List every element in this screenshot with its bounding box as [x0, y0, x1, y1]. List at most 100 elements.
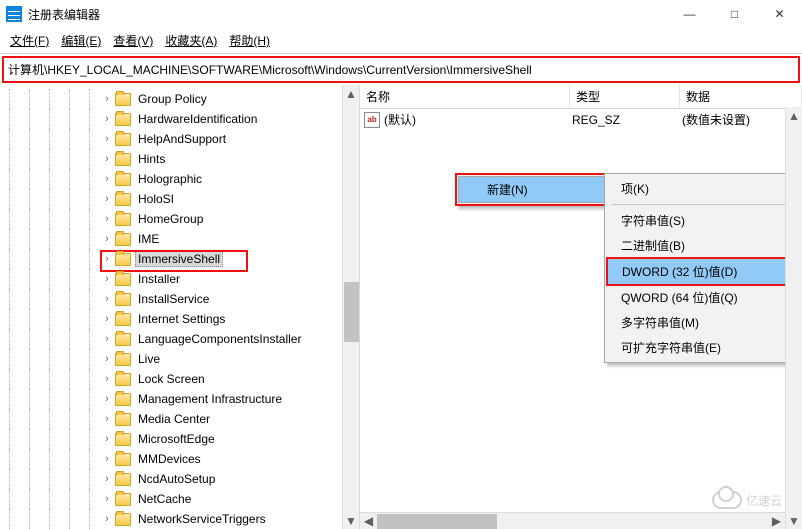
- expand-icon[interactable]: ›: [100, 353, 114, 365]
- expand-icon[interactable]: ›: [100, 93, 114, 105]
- tree-item-installservice[interactable]: › InstallService: [0, 289, 359, 309]
- expand-icon[interactable]: ›: [100, 433, 114, 445]
- tree-label: HelpAndSupport: [135, 131, 229, 147]
- scroll-down-icon[interactable]: ▼: [786, 512, 802, 529]
- expand-icon[interactable]: ›: [100, 153, 114, 165]
- ctx-qword[interactable]: QWORD (64 位)值(Q): [607, 285, 791, 310]
- folder-icon: [115, 253, 131, 266]
- tree-item-ncdautosetup[interactable]: ›NcdAutoSetup: [0, 469, 359, 489]
- maximize-button[interactable]: □: [712, 0, 757, 28]
- tree-label: MicrosoftEdge: [135, 431, 218, 447]
- tree-item-live[interactable]: ›Live: [0, 349, 359, 369]
- tree-label: InstallService: [135, 291, 212, 307]
- tree-label: Holographic: [135, 171, 205, 187]
- tree-item-netcache[interactable]: › NetCache: [0, 489, 359, 509]
- column-name[interactable]: 名称: [360, 85, 570, 108]
- tree-item-internet-settings[interactable]: ›Internet Settings: [0, 309, 359, 329]
- menu-help[interactable]: 帮助(H): [225, 30, 274, 51]
- expand-icon[interactable]: ›: [100, 113, 114, 125]
- folder-icon: [115, 293, 131, 306]
- column-data[interactable]: 数据: [680, 85, 802, 108]
- registry-tree[interactable]: ›Group Policy›HardwareIdentification›Hel…: [0, 85, 360, 529]
- list-scrollbar-v[interactable]: ▲ ▼: [785, 107, 802, 529]
- scroll-thumb[interactable]: [344, 282, 359, 342]
- expand-icon[interactable]: ›: [100, 453, 114, 465]
- app-icon: [6, 6, 22, 22]
- expand-icon[interactable]: ›: [100, 393, 114, 405]
- string-value-icon: ab: [364, 112, 380, 128]
- tree-item-holosi[interactable]: › HoloSI: [0, 189, 359, 209]
- ctx-key[interactable]: 项(K): [607, 176, 791, 201]
- tree-label: NetCache: [135, 491, 194, 507]
- expand-icon[interactable]: ›: [100, 293, 114, 305]
- expand-icon[interactable]: ›: [100, 333, 114, 345]
- folder-icon: [115, 433, 131, 446]
- ctx-dword[interactable]: DWORD (32 位)值(D): [606, 257, 792, 286]
- expand-icon[interactable]: ›: [100, 193, 114, 205]
- folder-icon: [115, 373, 131, 386]
- expand-icon[interactable]: ›: [100, 313, 114, 325]
- ctx-binary[interactable]: 二进制值(B): [607, 233, 791, 258]
- minimize-button[interactable]: —: [667, 0, 712, 28]
- ctx-expand[interactable]: 可扩充字符串值(E): [607, 335, 791, 360]
- title-bar: 注册表编辑器 — □ ✕: [0, 0, 802, 28]
- folder-icon: [115, 273, 131, 286]
- tree-item-languagecomponentsinstaller[interactable]: ›LanguageComponentsInstaller: [0, 329, 359, 349]
- ctx-multi[interactable]: 多字符串值(M): [607, 310, 791, 335]
- tree-item-management-infrastructure[interactable]: ›Management Infrastructure: [0, 389, 359, 409]
- expand-icon[interactable]: ›: [100, 213, 114, 225]
- scroll-down-icon[interactable]: ▼: [343, 512, 359, 529]
- expand-icon[interactable]: ›: [100, 413, 114, 425]
- menu-edit[interactable]: 编辑(E): [57, 30, 105, 51]
- tree-item-installer[interactable]: ›Installer: [0, 269, 359, 289]
- menu-view[interactable]: 查看(V): [109, 30, 157, 51]
- menu-separator: [611, 204, 787, 205]
- expand-icon[interactable]: ›: [100, 473, 114, 485]
- tree-item-ime[interactable]: ›IME: [0, 229, 359, 249]
- value-data: (数值未设置): [682, 111, 802, 128]
- tree-item-hints[interactable]: ›Hints: [0, 149, 359, 169]
- expand-icon[interactable]: ›: [100, 273, 114, 285]
- expand-icon[interactable]: ›: [100, 513, 114, 525]
- tree-item-hardwareidentification[interactable]: ›HardwareIdentification: [0, 109, 359, 129]
- tree-item-mmdevices[interactable]: ›MMDevices: [0, 449, 359, 469]
- expand-icon[interactable]: ›: [100, 493, 114, 505]
- watermark-text: 亿速云: [746, 492, 782, 509]
- tree-item-media-center[interactable]: › Media Center: [0, 409, 359, 429]
- tree-item-lock-screen[interactable]: ›Lock Screen: [0, 369, 359, 389]
- ctx-string[interactable]: 字符串值(S): [607, 208, 791, 233]
- folder-icon: [115, 193, 131, 206]
- expand-icon[interactable]: ›: [100, 233, 114, 245]
- folder-icon: [115, 133, 131, 146]
- tree-label: Group Policy: [135, 91, 210, 107]
- tree-item-group-policy[interactable]: › Group Policy: [0, 89, 359, 109]
- tree-item-microsoftedge[interactable]: › MicrosoftEdge: [0, 429, 359, 449]
- value-list-pane: 名称 类型 数据 ab (默认) REG_SZ (数值未设置) 新建(N) ▶ …: [360, 85, 802, 529]
- ctx-new[interactable]: 新建(N) ▶: [459, 177, 626, 202]
- column-type[interactable]: 类型: [570, 85, 680, 108]
- tree-item-homegroup[interactable]: ›HomeGroup: [0, 209, 359, 229]
- scroll-up-icon[interactable]: ▲: [343, 85, 359, 102]
- folder-icon: [115, 413, 131, 426]
- tree-label: NetworkServiceTriggers: [135, 511, 269, 527]
- expand-icon[interactable]: ›: [100, 373, 114, 385]
- menu-favorites[interactable]: 收藏夹(A): [161, 30, 221, 51]
- tree-label: HoloSI: [135, 191, 177, 207]
- close-button[interactable]: ✕: [757, 0, 802, 28]
- tree-item-networkservicetriggers[interactable]: › NetworkServiceTriggers: [0, 509, 359, 529]
- tree-scrollbar[interactable]: ▲ ▼: [342, 85, 359, 529]
- menu-file[interactable]: 文件(F): [6, 30, 53, 51]
- list-scrollbar-h[interactable]: ◀ ▶: [360, 512, 785, 529]
- expand-icon[interactable]: ›: [100, 173, 114, 185]
- tree-label: Media Center: [135, 411, 213, 427]
- folder-icon: [115, 173, 131, 186]
- address-bar[interactable]: 计算机\HKEY_LOCAL_MACHINE\SOFTWARE\Microsof…: [2, 56, 800, 83]
- tree-item-holographic[interactable]: › Holographic: [0, 169, 359, 189]
- list-row-default[interactable]: ab (默认) REG_SZ (数值未设置): [360, 109, 802, 130]
- scroll-right-icon[interactable]: ▶: [768, 513, 785, 529]
- tree-item-helpandsupport[interactable]: › HelpAndSupport: [0, 129, 359, 149]
- scroll-up-icon[interactable]: ▲: [786, 107, 802, 124]
- folder-icon: [115, 153, 131, 166]
- expand-icon[interactable]: ›: [100, 133, 114, 145]
- scroll-left-icon[interactable]: ◀: [360, 513, 377, 529]
